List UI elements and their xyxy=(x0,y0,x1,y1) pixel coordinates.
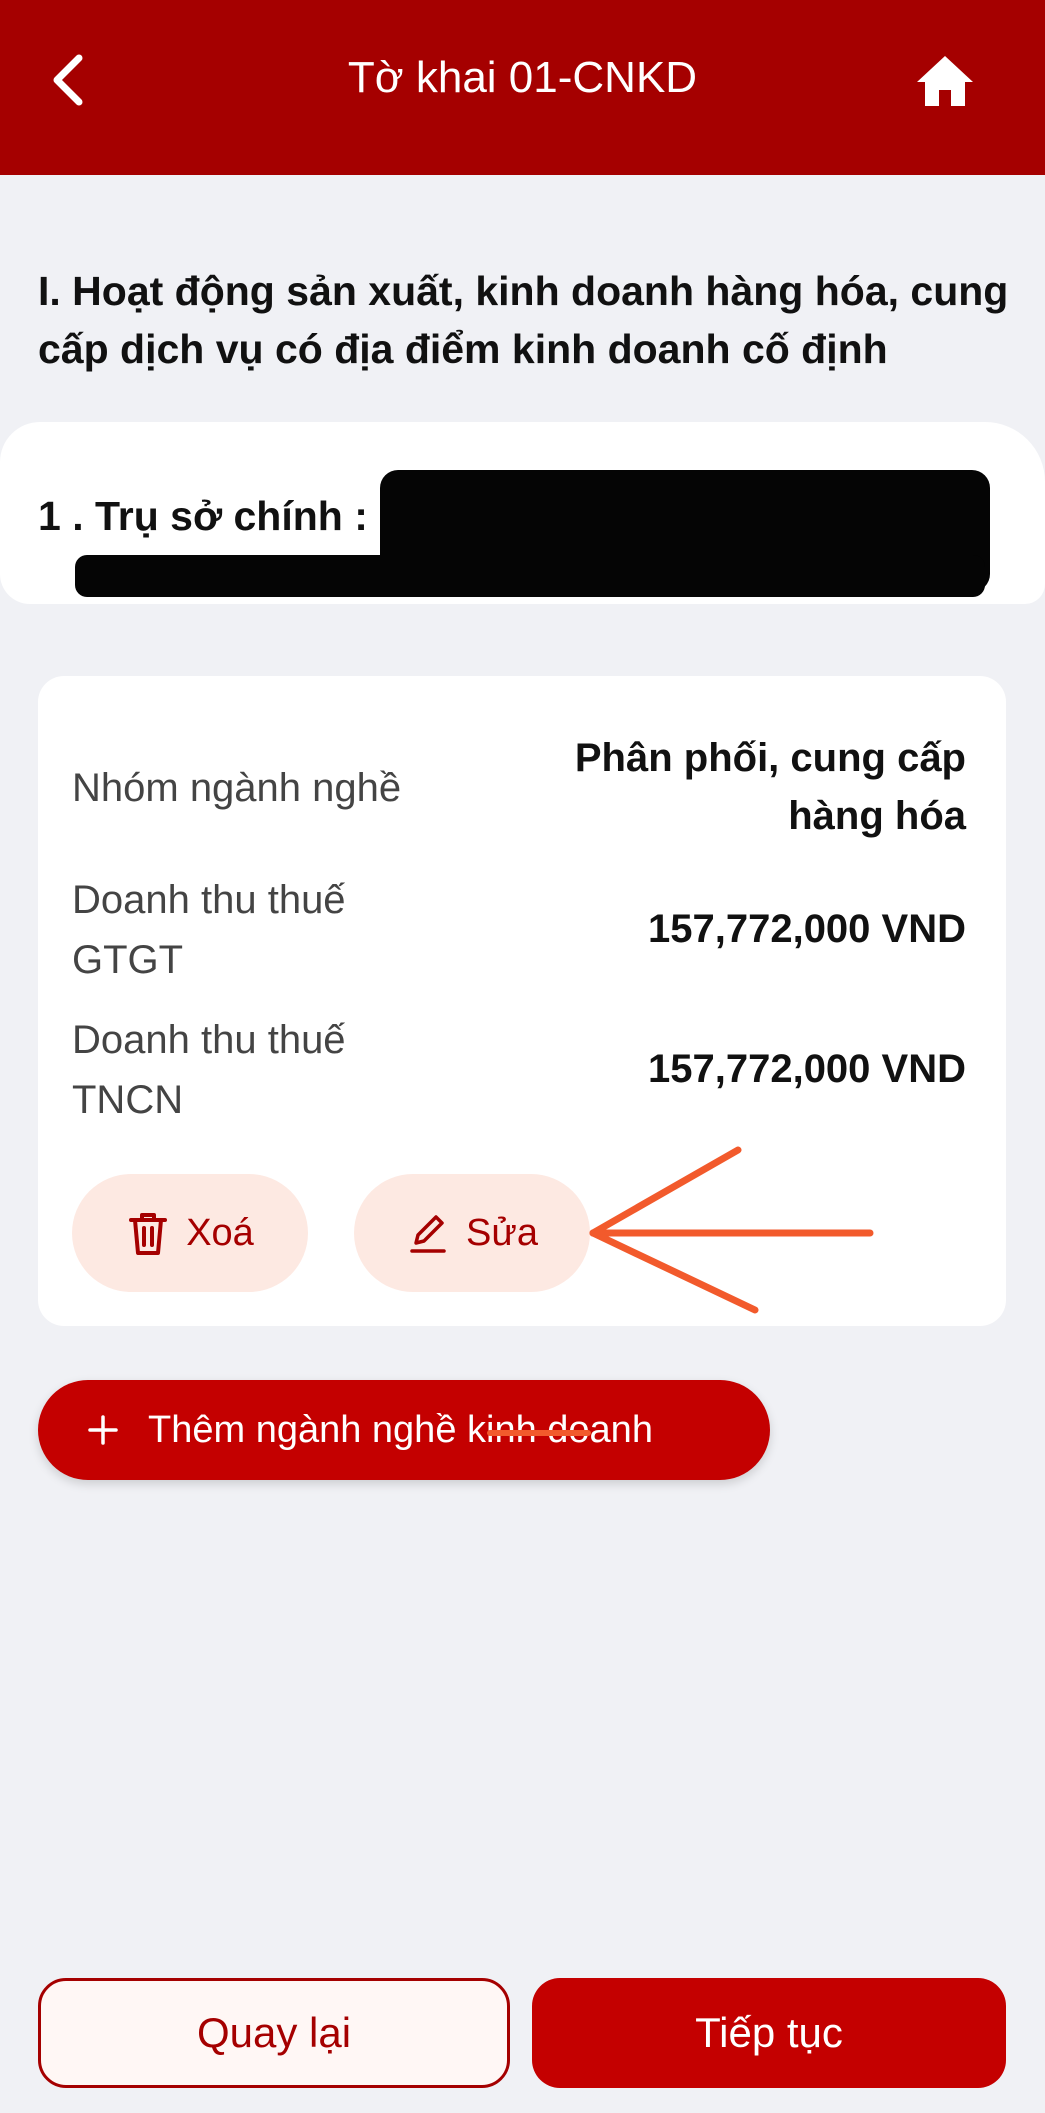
back-footer-button[interactable]: Quay lại xyxy=(38,1978,510,2088)
continue-label: Tiếp tục xyxy=(695,2009,843,2056)
home-button[interactable] xyxy=(905,40,985,120)
plus-icon xyxy=(86,1413,120,1447)
vat-revenue-value: 157,772,000 VND xyxy=(647,907,966,951)
section-heading: I. Hoạt động sản xuất, kinh doanh hàng h… xyxy=(38,268,1009,372)
continue-button[interactable]: Tiếp tục xyxy=(532,1978,1006,2088)
home-icon xyxy=(917,56,973,106)
page-title: Tờ khai 01-CNKD xyxy=(347,53,698,102)
pencil-icon xyxy=(410,1215,446,1253)
pit-revenue-value: 157,772,000 VND xyxy=(647,1047,966,1091)
app-header: Tờ khai 01-CNKD xyxy=(0,0,1045,175)
delete-label: Xoá xyxy=(186,1211,254,1254)
pit-revenue-label: Doanh thu thuế TNCN xyxy=(72,1018,346,1122)
back-button[interactable] xyxy=(30,40,110,120)
head-office-label: 1 . Trụ sở chính : xyxy=(38,493,368,539)
business-line-card: Nhóm ngành nghề Phân phối, cung cấp hàng… xyxy=(38,676,1006,1326)
industry-group-value: Phân phối, cung cấp hàng hóa xyxy=(574,736,966,838)
delete-button[interactable]: Xoá xyxy=(72,1174,308,1292)
add-business-line-label: Thêm ngành nghề kinh doanh xyxy=(148,1408,653,1451)
edit-label: Sửa xyxy=(466,1211,538,1254)
redacted-address-line-2 xyxy=(75,555,985,597)
industry-group-label: Nhóm ngành nghề xyxy=(72,766,402,810)
edit-button[interactable]: Sửa xyxy=(354,1174,590,1292)
trash-icon xyxy=(129,1213,168,1255)
add-business-line-button[interactable]: Thêm ngành nghề kinh doanh xyxy=(38,1380,770,1480)
back-footer-label: Quay lại xyxy=(196,2009,352,2056)
vat-revenue-label: Doanh thu thuế GTGT xyxy=(72,878,346,982)
chevron-left-icon xyxy=(53,54,83,106)
